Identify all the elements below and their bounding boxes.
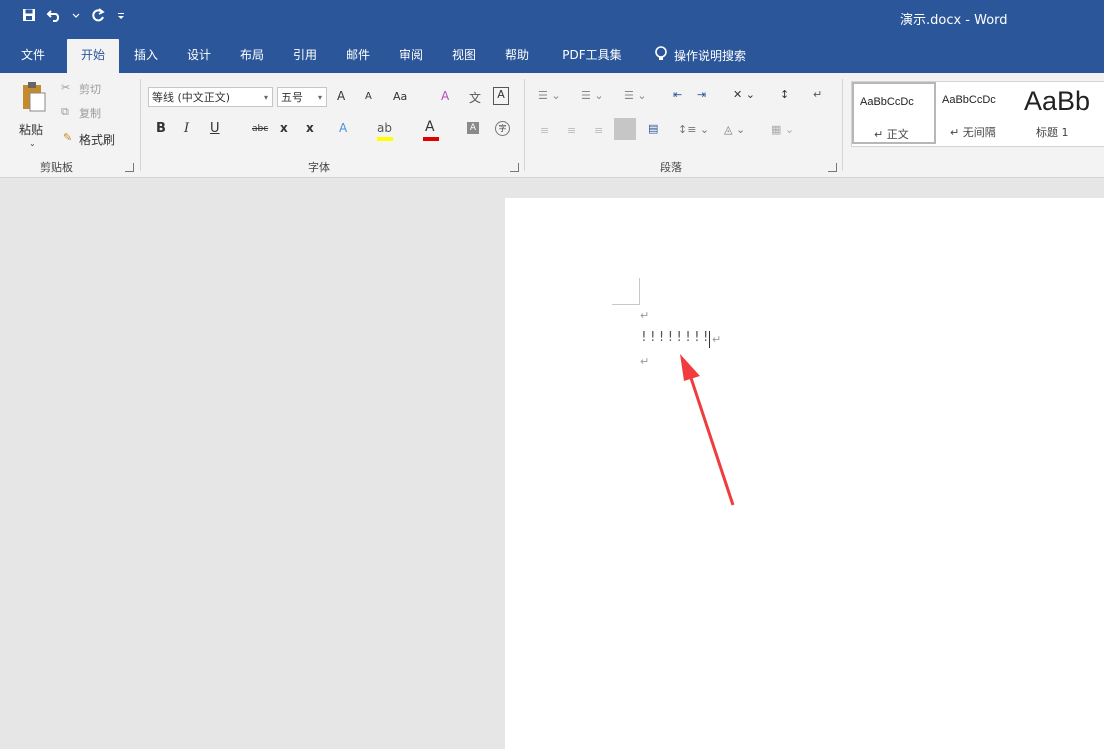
annotation-arrow — [680, 354, 735, 506]
